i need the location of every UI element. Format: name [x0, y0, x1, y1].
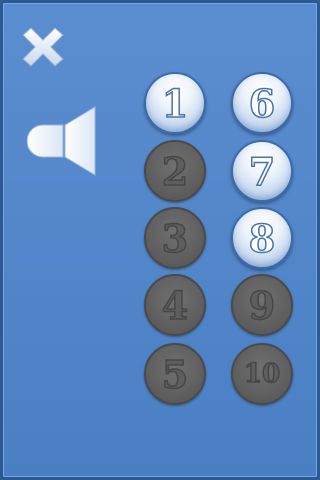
sound-toggle-button[interactable]: [26, 105, 99, 179]
level-button-1[interactable]: 1: [144, 72, 206, 134]
level-select-panel: 1 2 3 4 5 6 7 8 9 10: [0, 0, 320, 480]
level-button-10[interactable]: 10: [231, 343, 293, 405]
level-button-9[interactable]: 9: [231, 274, 293, 336]
level-button-5[interactable]: 5: [144, 343, 206, 405]
level-button-4[interactable]: 4: [144, 274, 206, 336]
close-icon: [22, 27, 64, 67]
close-button[interactable]: [17, 25, 69, 73]
level-button-8[interactable]: 8: [231, 207, 293, 269]
level-button-7[interactable]: 7: [231, 140, 293, 202]
level-button-2[interactable]: 2: [144, 140, 206, 202]
speaker-icon: [26, 106, 96, 176]
level-button-6[interactable]: 6: [231, 72, 293, 134]
level-button-3[interactable]: 3: [144, 207, 206, 269]
